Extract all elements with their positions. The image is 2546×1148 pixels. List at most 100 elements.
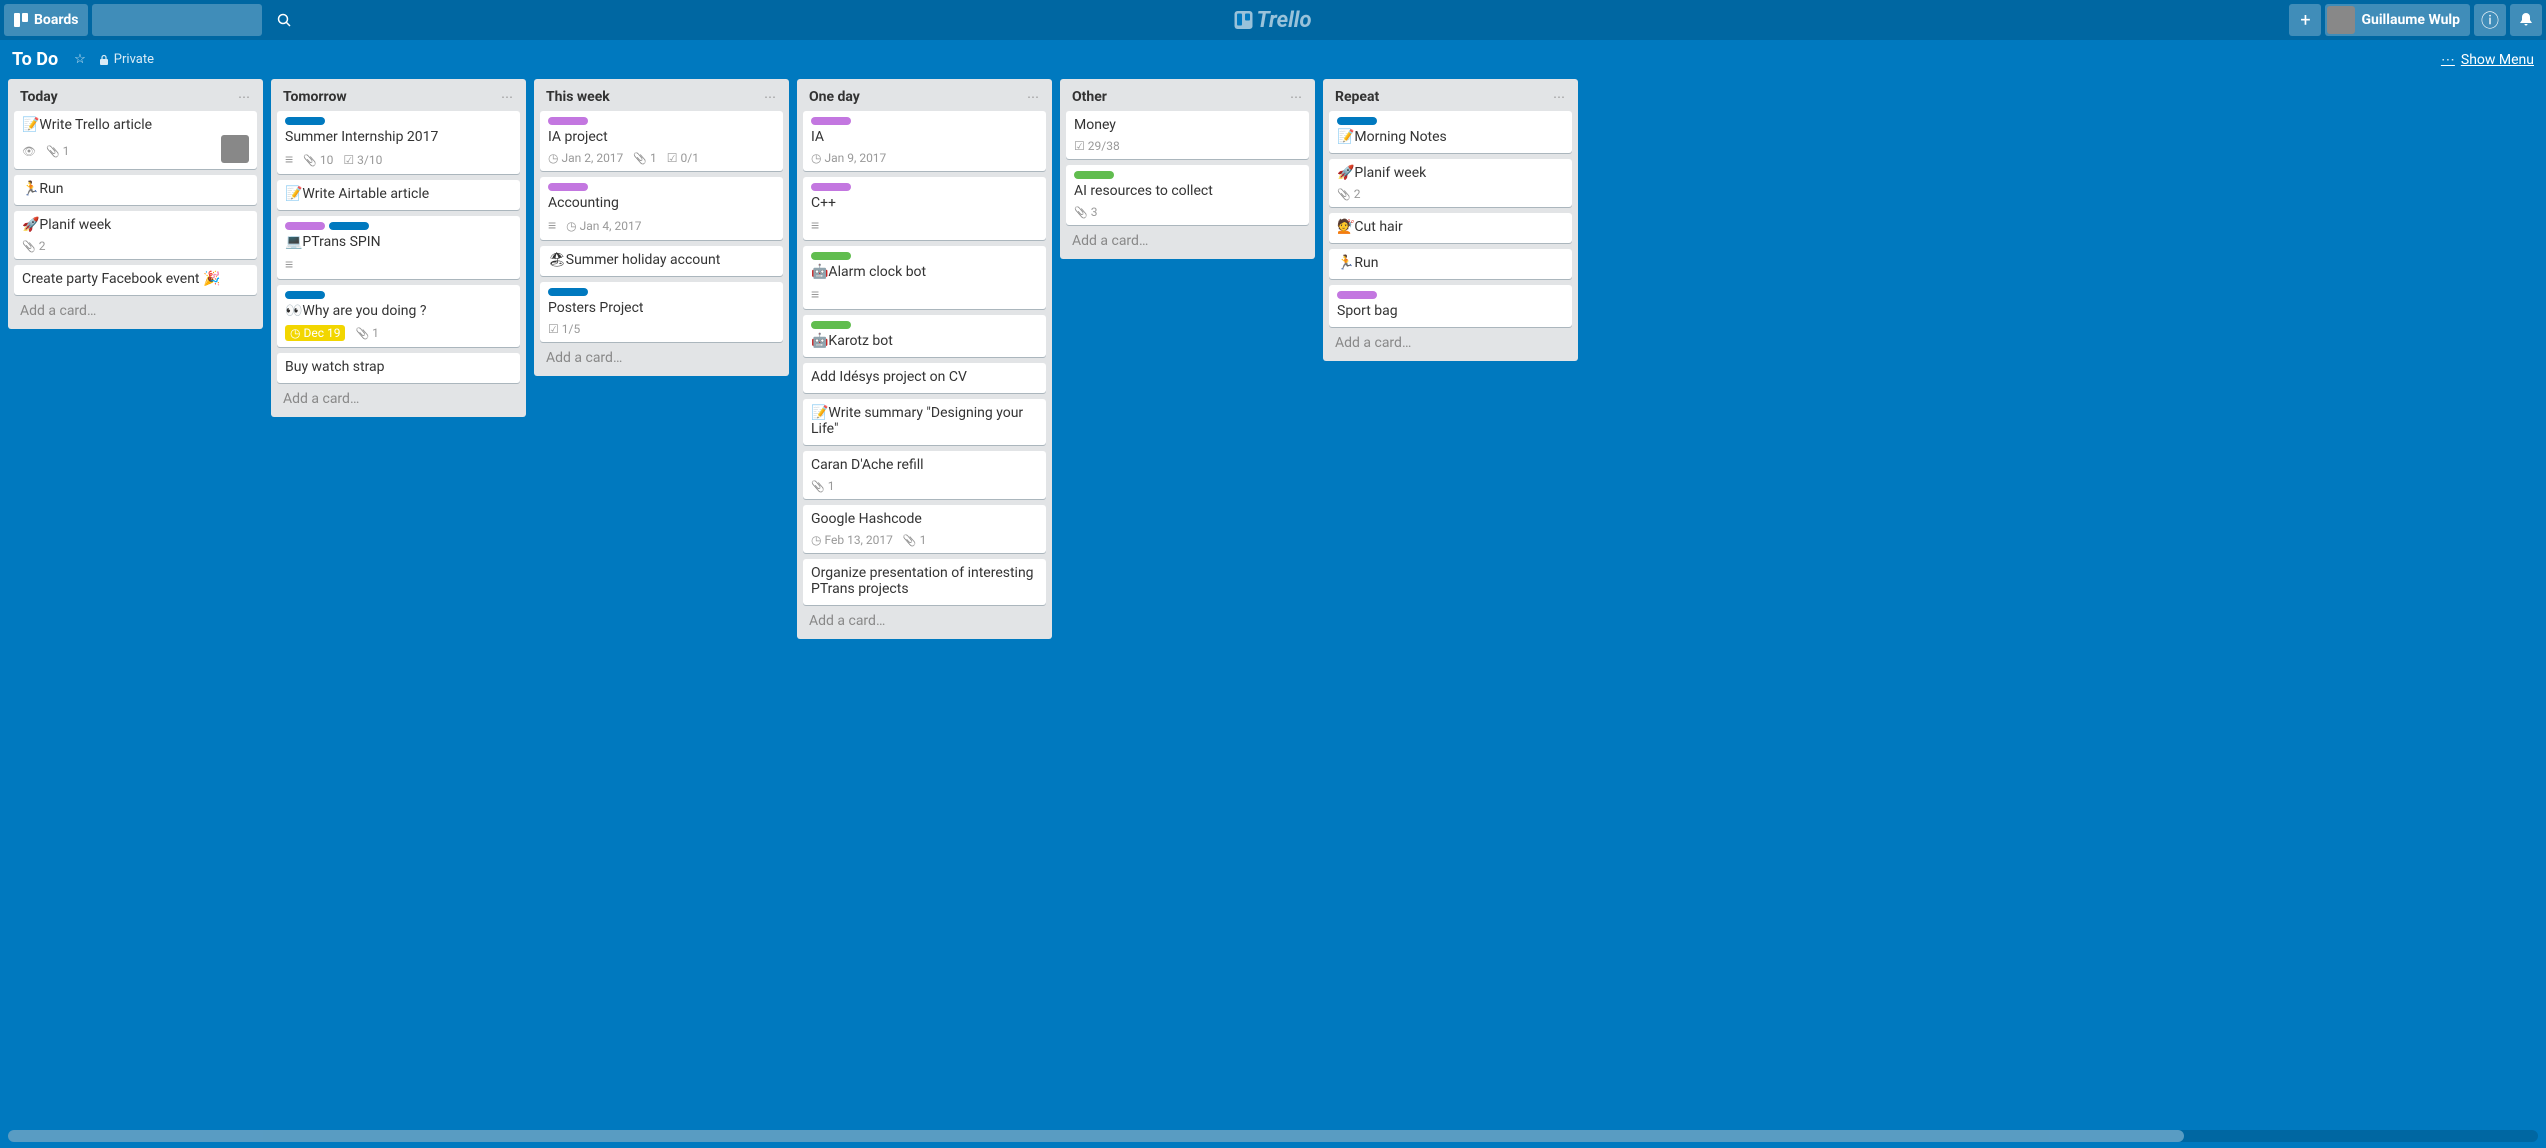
card-labels	[285, 291, 512, 299]
card[interactable]: Add Idésys project on CV	[803, 363, 1046, 393]
card[interactable]: 🏃Run	[14, 175, 257, 205]
card-list: IA project Jan 2, 2017 1 0/1Accounting J…	[540, 111, 783, 342]
card[interactable]: Create party Facebook event 🎉	[14, 265, 257, 295]
label-purple[interactable]	[548, 117, 588, 125]
card[interactable]: Money 29/38	[1066, 111, 1309, 159]
list-title[interactable]: Repeat	[1335, 89, 1379, 105]
add-card-button[interactable]: Add a card…	[1329, 327, 1572, 355]
privacy-label: Private	[114, 52, 154, 67]
due-date: Jan 4, 2017	[566, 219, 641, 233]
list-menu-button[interactable]: ⋯	[764, 90, 777, 104]
card-title: IA project	[548, 129, 775, 145]
card-member-avatar[interactable]	[221, 135, 249, 163]
card[interactable]: Caran D'Ache refill 1	[803, 451, 1046, 499]
label-blue[interactable]	[329, 222, 369, 230]
label-blue[interactable]	[285, 117, 325, 125]
attachment-badge: 2	[1337, 187, 1360, 201]
list-menu-button[interactable]: ⋯	[1553, 90, 1566, 104]
add-card-button[interactable]: Add a card…	[14, 295, 257, 323]
card[interactable]: 💻PTrans SPIN	[277, 216, 520, 279]
logo-text: Trello	[1257, 8, 1312, 33]
scrollbar-thumb[interactable]	[8, 1130, 2184, 1142]
trello-logo[interactable]: Trello	[1235, 8, 1312, 33]
privacy-button[interactable]: Private	[92, 48, 160, 71]
list: This week ⋯ IA project Jan 2, 2017 1 0/1Ac…	[534, 79, 789, 376]
notifications-button[interactable]	[2510, 4, 2542, 36]
card[interactable]: 📝Write summary "Designing your Life"	[803, 399, 1046, 445]
card[interactable]: 🚀Planif week 2	[1329, 159, 1572, 207]
card[interactable]: 📝Write Trello article 1	[14, 111, 257, 169]
list-title[interactable]: Other	[1072, 89, 1107, 105]
card[interactable]: 🤖Karotz bot	[803, 315, 1046, 357]
list-title[interactable]: This week	[546, 89, 610, 105]
card-title: Caran D'Ache refill	[811, 457, 1038, 473]
list-title[interactable]: Tomorrow	[283, 89, 347, 105]
card[interactable]: Sport bag	[1329, 285, 1572, 327]
card[interactable]: Summer Internship 2017 10 3/10	[277, 111, 520, 174]
lock-icon	[98, 54, 110, 66]
add-card-button[interactable]: Add a card…	[540, 342, 783, 370]
list-menu-button[interactable]: ⋯	[1027, 90, 1040, 104]
list-menu-button[interactable]: ⋯	[501, 90, 514, 104]
card-list: 📝Write Trello article 1 🏃Run 🚀Planif week …	[14, 111, 257, 295]
card-title: AI resources to collect	[1074, 183, 1301, 199]
card[interactable]: AI resources to collect 3	[1066, 165, 1309, 225]
card-list: 📝Morning Notes 🚀Planif week 2 💇Cut hair 🏃Ru…	[1329, 111, 1572, 327]
card[interactable]: Accounting Jan 4, 2017	[540, 177, 783, 240]
card[interactable]: IA project Jan 2, 2017 1 0/1	[540, 111, 783, 171]
list-title[interactable]: Today	[20, 89, 58, 105]
add-card-button[interactable]: Add a card…	[277, 383, 520, 411]
search-box[interactable]	[92, 4, 262, 36]
add-card-button[interactable]: Add a card…	[1066, 225, 1309, 253]
star-icon: ☆	[74, 52, 86, 67]
card[interactable]: Buy watch strap	[277, 353, 520, 383]
card[interactable]: 🚀Planif week 2	[14, 211, 257, 259]
label-green[interactable]	[811, 321, 851, 329]
label-purple[interactable]	[285, 222, 325, 230]
header-left: Boards	[4, 4, 262, 36]
info-button[interactable]: ⓘ	[2474, 4, 2506, 36]
label-green[interactable]	[1074, 171, 1114, 179]
board-title[interactable]: To Do	[12, 49, 58, 70]
label-purple[interactable]	[811, 117, 851, 125]
description-icon	[811, 217, 819, 234]
list-header: Today ⋯	[14, 85, 257, 111]
add-card-button[interactable]: Add a card…	[803, 605, 1046, 633]
attachment-icon	[811, 479, 825, 493]
list-title[interactable]: One day	[809, 89, 860, 105]
card-title: 📝Morning Notes	[1337, 129, 1564, 145]
list-menu-button[interactable]: ⋯	[238, 90, 251, 104]
card[interactable]: IA Jan 9, 2017	[803, 111, 1046, 171]
user-menu-button[interactable]: Guillaume Wulp	[2325, 4, 2470, 36]
card[interactable]: 🤖Alarm clock bot	[803, 246, 1046, 309]
star-button[interactable]: ☆	[68, 48, 92, 71]
label-blue[interactable]	[285, 291, 325, 299]
list-menu-button[interactable]: ⋯	[1290, 90, 1303, 104]
card[interactable]: 👀Why are you doing ? Dec 19 1	[277, 285, 520, 347]
label-blue[interactable]	[548, 288, 588, 296]
card[interactable]: Organize presentation of interesting PTr…	[803, 559, 1046, 605]
show-menu-link[interactable]: Show Menu	[2461, 52, 2534, 68]
card[interactable]: C++	[803, 177, 1046, 240]
search-input[interactable]	[100, 13, 277, 28]
clock-icon	[811, 533, 821, 547]
card[interactable]: 💇Cut hair	[1329, 213, 1572, 243]
boards-button[interactable]: Boards	[4, 4, 88, 36]
label-purple[interactable]	[548, 183, 588, 191]
description-icon	[285, 256, 293, 273]
card[interactable]: Posters Project 1/5	[540, 282, 783, 342]
create-button[interactable]: +	[2289, 4, 2321, 36]
card[interactable]: 🏖Summer holiday account	[540, 246, 783, 276]
label-green[interactable]	[811, 252, 851, 260]
label-purple[interactable]	[1337, 291, 1377, 299]
label-blue[interactable]	[1337, 117, 1377, 125]
attachment-icon	[633, 151, 647, 165]
card[interactable]: 🏃Run	[1329, 249, 1572, 279]
card[interactable]: Google Hashcode Feb 13, 2017 1	[803, 505, 1046, 553]
card[interactable]: 📝Write Airtable article	[277, 180, 520, 210]
card-badges: 3	[1074, 205, 1097, 219]
horizontal-scrollbar[interactable]	[8, 1130, 2538, 1142]
card[interactable]: 📝Morning Notes	[1329, 111, 1572, 153]
label-purple[interactable]	[811, 183, 851, 191]
card-title: Organize presentation of interesting PTr…	[811, 565, 1038, 597]
